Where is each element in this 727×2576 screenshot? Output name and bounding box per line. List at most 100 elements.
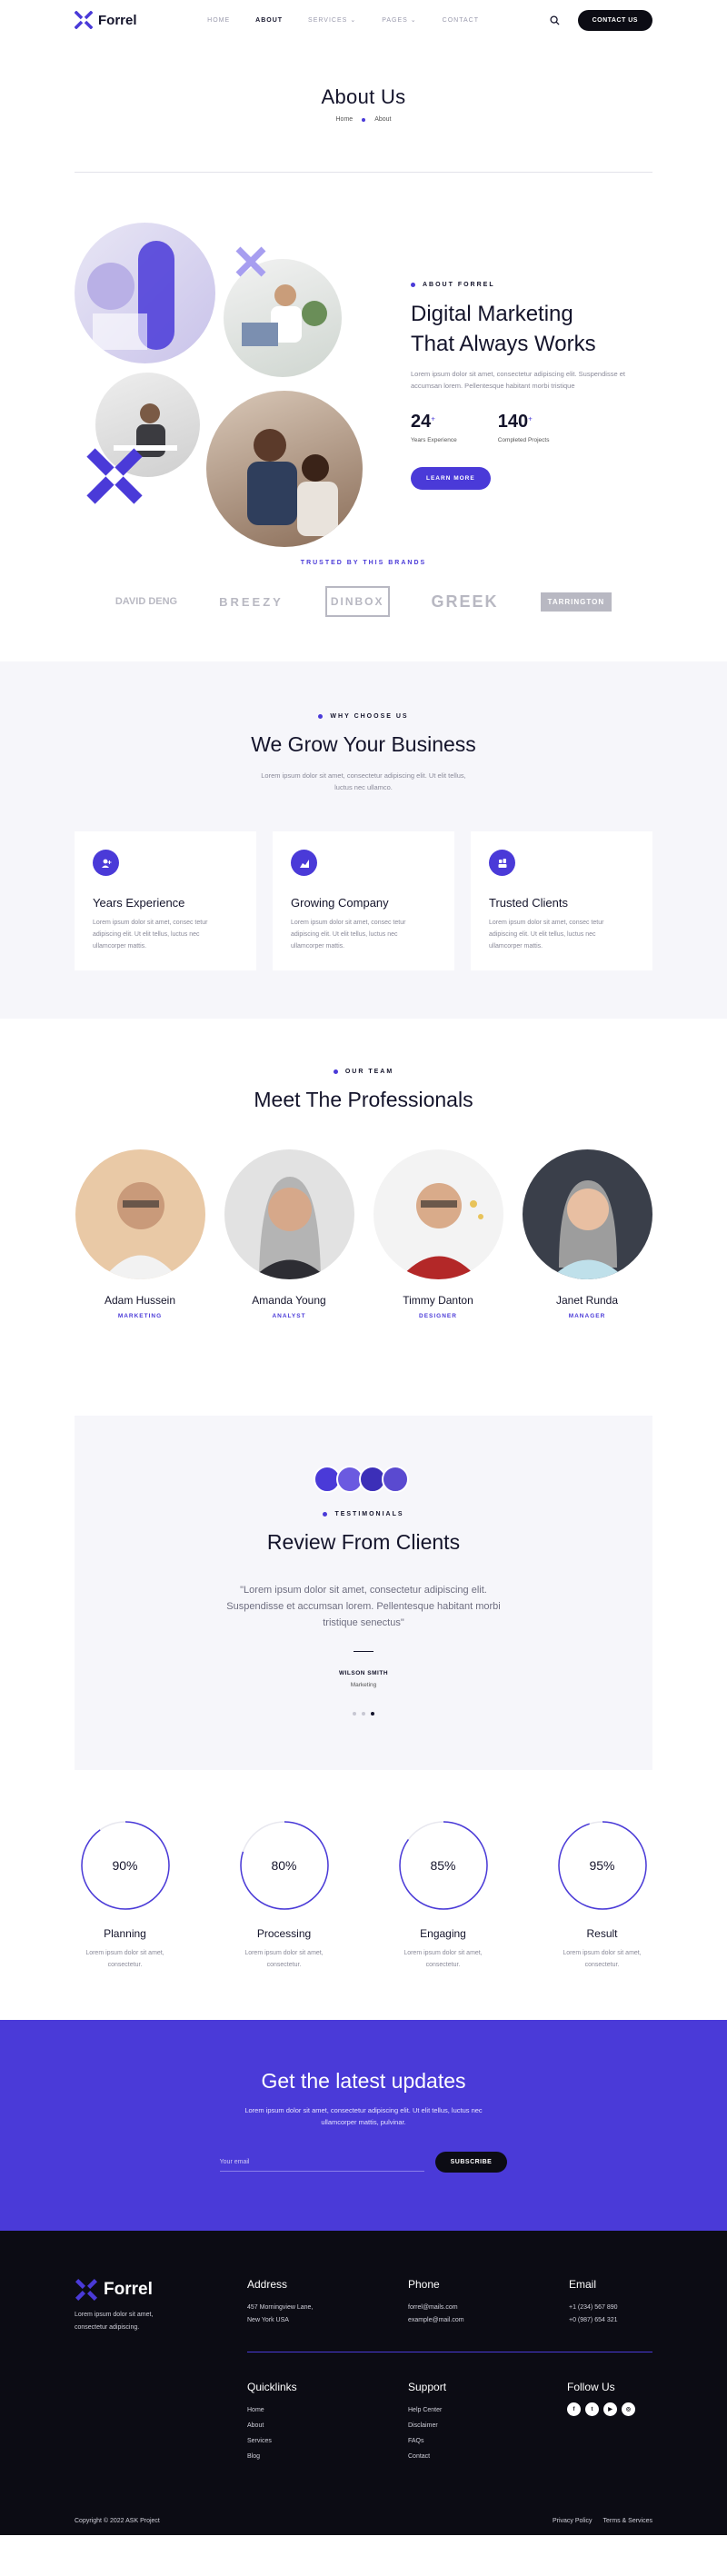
- accent-dot: [323, 1512, 328, 1517]
- why-section: WHY CHOOSE US We Grow Your Business Lore…: [0, 661, 727, 1019]
- about-paragraph: Lorem ipsum dolor sit amet, consectetur …: [411, 370, 625, 390]
- page-title-section: About Us Home About: [0, 40, 727, 123]
- member-role: MARKETING: [117, 1313, 163, 1319]
- member-name: Amanda Young: [252, 1294, 326, 1307]
- footer-logo[interactable]: Forrel: [75, 2278, 153, 2302]
- breadcrumb-home[interactable]: Home: [336, 116, 354, 123]
- youtube-icon[interactable]: ▶: [603, 2402, 617, 2416]
- stat-projects: 140+ Completed Projects: [498, 412, 550, 443]
- terms-link[interactable]: Terms & Services: [603, 2518, 652, 2524]
- footer-heading: Phone: [408, 2278, 440, 2291]
- x-shape-large: [84, 445, 145, 512]
- accent-dot: [411, 283, 415, 287]
- footer-link[interactable]: Blog: [247, 2453, 260, 2460]
- carousel-dot-active[interactable]: [371, 1712, 374, 1716]
- progress-text: Lorem ipsum dolor sit amet, consectetur.: [557, 1947, 648, 1971]
- progress-value: 90%: [112, 1858, 138, 1873]
- x-shape-small: [234, 245, 267, 283]
- team-member[interactable]: Timmy Danton DESIGNER: [373, 1149, 503, 1319]
- feature-card: Trusted Clients Lorem ipsum dolor sit am…: [471, 831, 652, 970]
- footer-link[interactable]: example@mail.com: [408, 2317, 464, 2323]
- avatar: [224, 1149, 354, 1279]
- text-line: 457 Morningview Lane,: [247, 2304, 314, 2311]
- logo-icon: [75, 2278, 98, 2302]
- brands-section: TRUSTED BY THIS BRANDS DAVID DENG BREEZY…: [0, 554, 727, 661]
- contact-us-button[interactable]: CONTACT US: [577, 9, 652, 31]
- feature-card-title: Trusted Clients: [489, 896, 568, 910]
- avatar: [75, 1149, 205, 1279]
- progress-item: 80% Processing Lorem ipsum dolor sit ame…: [239, 1820, 330, 2020]
- text-line: Lorem ipsum dolor sit amet,: [75, 2312, 154, 2318]
- legal-links: Privacy Policy Terms & Services: [553, 2518, 652, 2524]
- learn-more-button[interactable]: LEARN MORE: [411, 467, 491, 490]
- team-members: Adam Hussein MARKETING Amanda Young ANAL…: [0, 1149, 727, 1319]
- progress-ring: 90%: [80, 1820, 171, 1911]
- feature-card-text: Lorem ipsum dolor sit amet, consec tetur…: [93, 917, 238, 952]
- nav-pages[interactable]: PAGES ⌄: [382, 16, 416, 25]
- carousel-dots: [75, 1712, 652, 1716]
- nav-home[interactable]: HOME: [207, 16, 230, 24]
- progress-text: Lorem ipsum dolor sit amet, consectetur.: [239, 1947, 330, 1971]
- team-member[interactable]: Amanda Young ANALYST: [224, 1149, 354, 1319]
- progress-item: 90% Planning Lorem ipsum dolor sit amet,…: [80, 1820, 171, 2020]
- progress-title: Engaging: [420, 1927, 466, 1940]
- footer-link[interactable]: Contact: [408, 2453, 430, 2460]
- stat-years-plus: +: [431, 414, 435, 423]
- email-field[interactable]: Your email: [219, 2153, 424, 2172]
- instagram-icon[interactable]: ◎: [622, 2402, 635, 2416]
- nav-services[interactable]: SERVICES ⌄: [308, 16, 356, 25]
- search-icon[interactable]: [550, 15, 560, 25]
- newsletter-section: Get the latest updates Lorem ipsum dolor…: [0, 2020, 727, 2231]
- footer-links: Home About Services Blog: [247, 2402, 297, 2464]
- progress-item: 85% Engaging Lorem ipsum dolor sit amet,…: [398, 1820, 489, 2020]
- twitter-icon[interactable]: t: [585, 2402, 599, 2416]
- header-actions: CONTACT US: [550, 9, 652, 31]
- footer-link[interactable]: About: [247, 2422, 264, 2429]
- subscribe-button[interactable]: SUBSCRIBE: [434, 2152, 508, 2173]
- facebook-icon[interactable]: f: [567, 2402, 581, 2416]
- carousel-dot[interactable]: [353, 1712, 356, 1716]
- testimonial-role: Marketing: [350, 1682, 377, 1688]
- progress-item: 95% Result Lorem ipsum dolor sit amet, co…: [557, 1820, 648, 2020]
- privacy-policy-link[interactable]: Privacy Policy: [553, 2518, 593, 2524]
- footer-follow: Follow Us f t ▶ ◎: [567, 2381, 635, 2416]
- social-icons: f t ▶ ◎: [567, 2402, 635, 2416]
- footer-link[interactable]: Disclaimer: [408, 2422, 438, 2429]
- team-title: Meet The Professionals: [254, 1088, 473, 1111]
- footer-heading: Follow Us: [567, 2381, 615, 2393]
- team-member[interactable]: Janet Runda MANAGER: [522, 1149, 652, 1319]
- footer-link[interactable]: FAQs: [408, 2438, 424, 2444]
- nav-contact[interactable]: CONTACT: [443, 16, 479, 24]
- why-title: We Grow Your Business: [251, 732, 476, 756]
- footer-link[interactable]: Services: [247, 2438, 272, 2444]
- footer-heading: Address: [247, 2278, 288, 2291]
- team-eyebrow: OUR TEAM: [0, 1069, 727, 1075]
- progress-value: 85%: [430, 1858, 456, 1873]
- brand-logo: DINBOX: [324, 586, 390, 617]
- about-stats: 24+ Years Experience 140+ Completed Projec…: [411, 412, 656, 443]
- accent-dot: [333, 1069, 338, 1074]
- progress-value: 80%: [271, 1858, 297, 1873]
- footer-link[interactable]: Home: [247, 2407, 264, 2413]
- newsletter-title: Get the latest updates: [261, 2069, 466, 2093]
- text-line: consectetur.: [107, 1962, 143, 1968]
- feature-card-text: Lorem ipsum dolor sit amet, consec tetur…: [291, 917, 436, 952]
- footer-link[interactable]: Help Center: [408, 2407, 442, 2413]
- nav-about[interactable]: ABOUT: [255, 16, 283, 24]
- progress-section: 90% Planning Lorem ipsum dolor sit amet,…: [0, 1770, 727, 2020]
- breadcrumb-current: About: [374, 116, 392, 123]
- testimonial-quote: "Lorem ipsum dolor sit amet, consectetur…: [226, 1585, 501, 1628]
- logo[interactable]: Forrel: [75, 11, 137, 29]
- footer-link[interactable]: +1 (234) 567 890: [569, 2304, 618, 2311]
- footer-text: forrel@mails.com example@mail.com: [408, 2302, 464, 2327]
- testimonials-box: TESTIMONIALS Review From Clients "Lorem …: [75, 1416, 652, 1770]
- users-icon: [489, 850, 515, 876]
- footer-link[interactable]: forrel@mails.com: [408, 2304, 458, 2311]
- team-member[interactable]: Adam Hussein MARKETING: [75, 1149, 205, 1319]
- member-role: ANALYST: [272, 1313, 306, 1319]
- carousel-dot[interactable]: [362, 1712, 365, 1716]
- footer-link[interactable]: +0 (987) 654 321: [569, 2317, 618, 2323]
- nav-services-label: SERVICES: [308, 16, 348, 24]
- about-heading-line2: That Always Works: [411, 332, 596, 356]
- site-footer: Forrel Lorem ipsum dolor sit amet, consec…: [0, 2231, 727, 2535]
